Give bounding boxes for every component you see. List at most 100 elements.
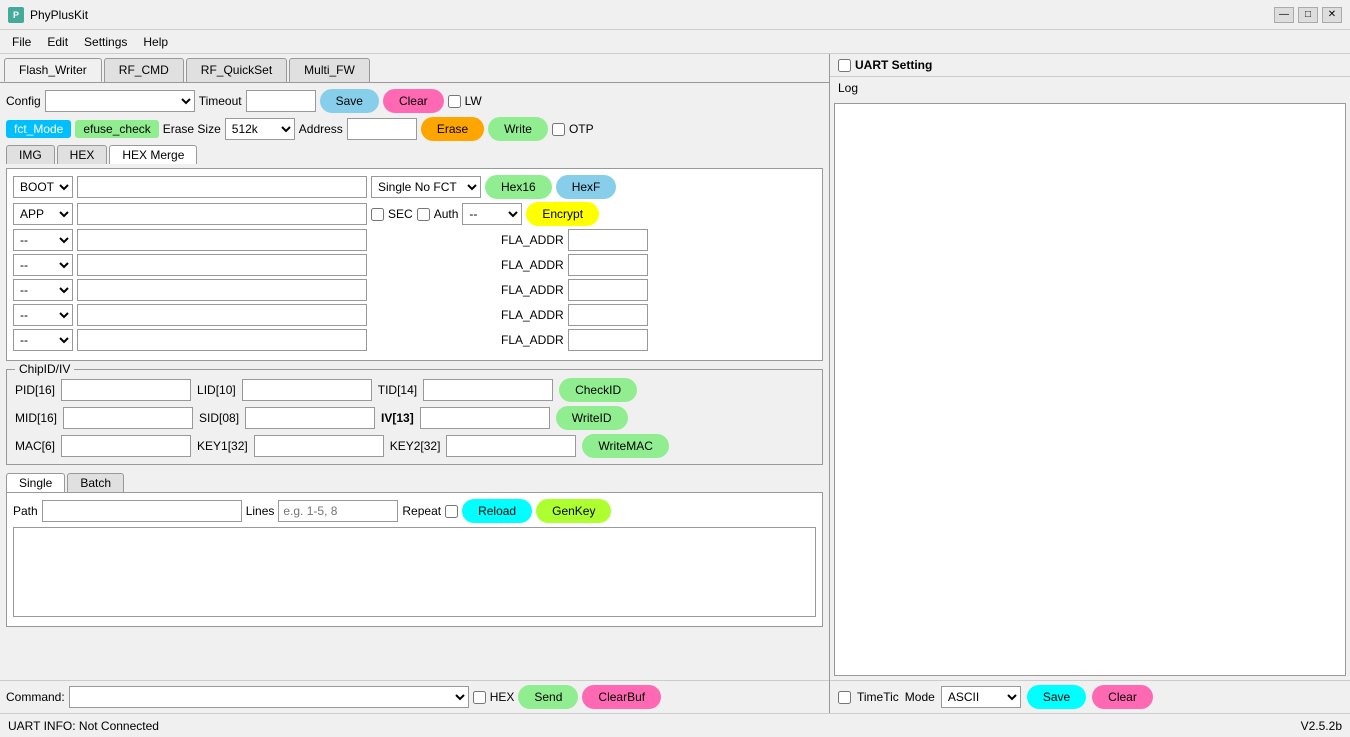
path-input[interactable]: [42, 500, 242, 522]
tab-single[interactable]: Single: [6, 473, 65, 492]
menu-help[interactable]: Help: [135, 33, 176, 51]
fla1-type[interactable]: --: [13, 229, 73, 251]
tab-flash-writer[interactable]: Flash_Writer: [4, 58, 102, 82]
fla1-path[interactable]: [77, 229, 367, 251]
time-tic-label: TimeTic: [857, 690, 899, 704]
fla5-value[interactable]: [568, 329, 648, 351]
right-panel: UART Setting Log TimeTic Mode ASCII HEX …: [830, 54, 1350, 713]
fla3-type[interactable]: --: [13, 279, 73, 301]
save-button[interactable]: Save: [320, 89, 379, 113]
fla1-value[interactable]: [568, 229, 648, 251]
close-btn[interactable]: ✕: [1322, 7, 1342, 23]
encrypt-button[interactable]: Encrypt: [526, 202, 599, 226]
key2-input[interactable]: [446, 435, 576, 457]
tid-input[interactable]: [423, 379, 553, 401]
pid-input[interactable]: [61, 379, 191, 401]
fla4-type[interactable]: --: [13, 304, 73, 326]
uart-clear-button[interactable]: Clear: [1092, 685, 1153, 709]
command-input[interactable]: [69, 686, 469, 708]
clear-button[interactable]: Clear: [383, 89, 444, 113]
reload-button[interactable]: Reload: [462, 499, 532, 523]
menu-edit[interactable]: Edit: [39, 33, 76, 51]
key2-label: KEY2[32]: [390, 439, 441, 453]
fla2-path[interactable]: [77, 254, 367, 276]
minimize-btn[interactable]: —: [1274, 7, 1294, 23]
erase-size-select[interactable]: 512k 256k 1M: [225, 118, 295, 140]
erase-button[interactable]: Erase: [421, 117, 484, 141]
lines-label: Lines: [246, 504, 275, 518]
path-label: Path: [13, 504, 38, 518]
tab-rf-quickset[interactable]: RF_QuickSet: [186, 58, 287, 82]
boot-path-input[interactable]: 2/example/OTA/OTA_internal_flash/bin/ota…: [77, 176, 367, 198]
sec-checkbox[interactable]: [371, 208, 384, 221]
sub-tab-hex-merge[interactable]: HEX Merge: [109, 145, 197, 164]
boot-type-select[interactable]: BOOT APP --: [13, 176, 73, 198]
app-type-select[interactable]: APP BOOT --: [13, 203, 73, 225]
main-tabs: Flash_Writer RF_CMD RF_QuickSet Multi_FW: [0, 54, 829, 83]
fla-row-4: -- FLA_ADDR: [13, 304, 816, 326]
tab-rf-cmd[interactable]: RF_CMD: [104, 58, 184, 82]
sid-input[interactable]: [245, 407, 375, 429]
tab-multi-fw[interactable]: Multi_FW: [289, 58, 370, 82]
fla2-value[interactable]: [568, 254, 648, 276]
otp-checkbox[interactable]: [552, 123, 565, 136]
fla3-path[interactable]: [77, 279, 367, 301]
chipid-section-label: ChipID/IV: [15, 362, 74, 376]
uart-setting-header: UART Setting: [830, 54, 1350, 77]
sub-tab-img[interactable]: IMG: [6, 145, 55, 164]
fct-mode-tag[interactable]: fct_Mode: [6, 120, 71, 138]
lid-input[interactable]: [242, 379, 372, 401]
time-tic-checkbox[interactable]: [838, 691, 851, 704]
lw-checkbox[interactable]: [448, 95, 461, 108]
genkey-button[interactable]: GenKey: [536, 499, 611, 523]
config-select[interactable]: [45, 90, 195, 112]
repeat-checkbox[interactable]: [445, 505, 458, 518]
app-path-input[interactable]: 2/example/peripheral/gpio/bin/gpio_demo.…: [77, 203, 367, 225]
maximize-btn[interactable]: □: [1298, 7, 1318, 23]
batch-textarea[interactable]: [13, 527, 816, 617]
checkid-button[interactable]: CheckID: [559, 378, 637, 402]
uart-enable-checkbox[interactable]: [838, 59, 851, 72]
hexf-button[interactable]: HexF: [556, 175, 617, 199]
mode-select[interactable]: ASCII HEX: [941, 686, 1021, 708]
tid-label: TID[14]: [378, 383, 417, 397]
lines-input[interactable]: [278, 500, 398, 522]
fla4-value[interactable]: [568, 304, 648, 326]
iv13-input[interactable]: [420, 407, 550, 429]
tab-batch[interactable]: Batch: [67, 473, 124, 492]
mac-input[interactable]: [61, 435, 191, 457]
sub-tab-hex[interactable]: HEX: [57, 145, 108, 164]
fla5-path[interactable]: [77, 329, 367, 351]
fla2-type[interactable]: --: [13, 254, 73, 276]
fla-row-3: -- FLA_ADDR: [13, 279, 816, 301]
menu-file[interactable]: File: [4, 33, 39, 51]
timeout-input[interactable]: 4000: [246, 90, 316, 112]
menu-settings[interactable]: Settings: [76, 33, 135, 51]
writeid-button[interactable]: WriteID: [556, 406, 628, 430]
clearbuf-button[interactable]: ClearBuf: [582, 685, 661, 709]
app-dropdown[interactable]: --: [462, 203, 522, 225]
window-controls: — □ ✕: [1274, 7, 1342, 23]
write-button[interactable]: Write: [488, 117, 548, 141]
address-input[interactable]: [347, 118, 417, 140]
writemac-button[interactable]: WriteMAC: [582, 434, 668, 458]
fla4-path[interactable]: [77, 304, 367, 326]
uart-save-button[interactable]: Save: [1027, 685, 1086, 709]
key1-input[interactable]: [254, 435, 384, 457]
auth-checkbox[interactable]: [417, 208, 430, 221]
uart-info-text: UART INFO: Not Connected: [8, 719, 159, 733]
boot-mode-select[interactable]: Single No FCT Single FCT Dual: [371, 176, 481, 198]
mid-input[interactable]: [63, 407, 193, 429]
uart-bottom-controls: TimeTic Mode ASCII HEX Save Clear: [830, 680, 1350, 713]
efuse-check-tag[interactable]: efuse_check: [75, 120, 158, 138]
hex-checkbox[interactable]: [473, 691, 486, 704]
hex16-button[interactable]: Hex16: [485, 175, 552, 199]
repeat-label: Repeat: [402, 504, 441, 518]
mac-label: MAC[6]: [15, 439, 55, 453]
send-button[interactable]: Send: [518, 685, 578, 709]
log-label: Log: [830, 77, 1350, 99]
config-label: Config: [6, 94, 41, 108]
pid-label: PID[16]: [15, 383, 55, 397]
fla3-value[interactable]: [568, 279, 648, 301]
fla5-type[interactable]: --: [13, 329, 73, 351]
